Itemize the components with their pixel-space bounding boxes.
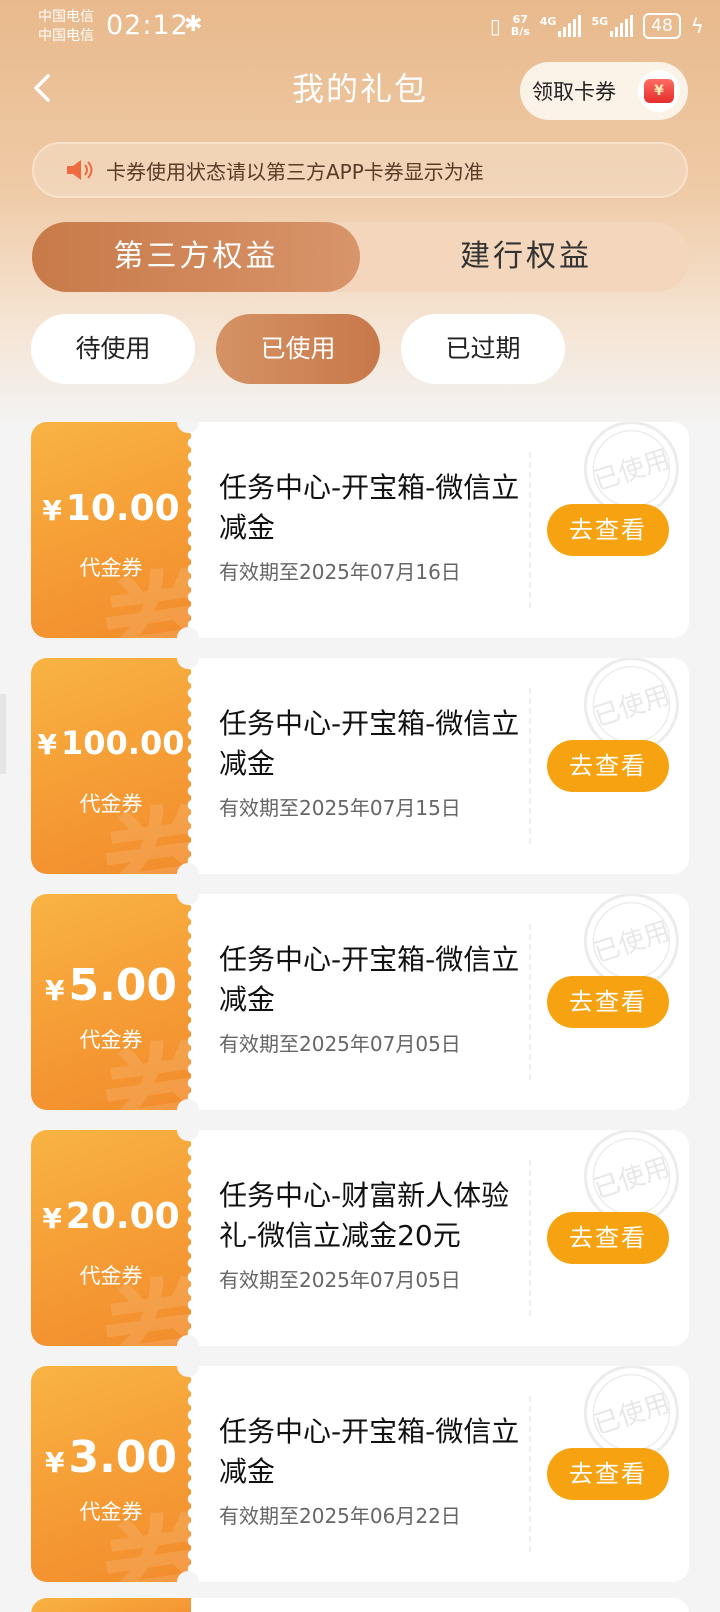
coupon-stub: 券 ¥100.00 代金券	[31, 658, 191, 874]
coupon-title: 任务中心-开宝箱-微信立减金	[219, 707, 520, 780]
coupon-type: 代金券	[79, 1264, 143, 1288]
coupon-card: 券 ¥10.00 代金券 任务中心-开宝箱-微信立减金 有效期至2025年07月…	[31, 422, 689, 638]
coupon-title: 任务中心-开宝箱-微信立减金	[219, 943, 520, 1016]
coupon-expiry: 有效期至2025年06月22日	[219, 1504, 461, 1528]
clock: 02:12	[106, 10, 189, 41]
coupon-title: 任务中心-财富新人体验礼-微信立减金20元	[219, 1179, 510, 1252]
perforation	[181, 894, 195, 1110]
coupon-amount: ¥3.00	[44, 1432, 178, 1483]
perforation	[181, 1130, 195, 1346]
scroll-edge	[0, 694, 6, 774]
view-coupon-button[interactable]: 去查看	[547, 1212, 669, 1264]
coupon-card: 券 ¥20.00 代金券 任务中心-财富新人体验礼-微信立减金20元 有效期至2…	[31, 1130, 689, 1346]
tab-ccb[interactable]: 建行权益	[362, 222, 690, 292]
svg-text:已使用: 已使用	[590, 680, 673, 733]
coupon-expiry: 有效期至2025年07月15日	[219, 796, 461, 820]
svg-text:已使用: 已使用	[590, 444, 673, 497]
signal-2-icon: 5G	[591, 15, 634, 37]
carrier-2: 中国电信	[38, 28, 94, 44]
coupon-title: 任务中心-开宝箱-微信立减金	[219, 1415, 520, 1488]
filter-pending[interactable]: 待使用	[31, 314, 195, 384]
coupon-type: 代金券	[79, 1500, 143, 1524]
coupon-stub: 券 ¥20.00 代金券	[31, 1130, 191, 1346]
bluetooth-icon: ✱	[184, 12, 203, 37]
view-coupon-button[interactable]: 去查看	[547, 976, 669, 1028]
benefit-tabs: 第三方权益 建行权益	[32, 222, 690, 292]
coupon-card: 券 ¥5.00 代金券 任务中心-开宝箱-微信立减金 有效期至2025年07月0…	[31, 894, 689, 1110]
claim-coupons-label: 领取卡券	[532, 80, 616, 104]
carrier-labels: 中国电信 中国电信	[38, 8, 94, 46]
speed-unit: B/s	[510, 25, 530, 38]
network-speed: 67 B/s	[511, 14, 530, 38]
coupon-amount: ¥20.00	[42, 1196, 180, 1237]
coupon-card: 券 ¥100.00 代金券 任务中心-开宝箱-微信立减金 有效期至2025年07…	[31, 658, 689, 874]
svg-text:已使用: 已使用	[590, 1152, 673, 1205]
coupon-type: 代金券	[79, 1028, 143, 1052]
carrier-1: 中国电信	[38, 9, 94, 25]
battery-indicator: 48	[643, 13, 681, 39]
filter-used[interactable]: 已使用	[216, 314, 380, 384]
perforation	[181, 422, 195, 638]
coupon-expiry: 有效期至2025年07月16日	[219, 560, 461, 584]
coupon-stub: 券 ¥3.00 代金券	[31, 1366, 191, 1582]
coupon-amount: ¥100.00	[37, 724, 185, 762]
coupon-amount: ¥5.00	[44, 960, 178, 1011]
coupon-stub	[31, 1598, 191, 1612]
perforation	[181, 1366, 195, 1582]
status-bar: 中国电信 中国电信 02:12 ✱ ▯ 67 B/s 4G 5G 48 ϟ	[0, 0, 720, 52]
coupon-type: 代金券	[79, 792, 143, 816]
tab-third-party[interactable]: 第三方权益	[32, 222, 360, 292]
view-coupon-button[interactable]: 去查看	[547, 504, 669, 556]
notice-text: 卡券使用状态请以第三方APP卡券显示为准	[106, 159, 484, 184]
filter-expired[interactable]: 已过期	[401, 314, 565, 384]
speaker-icon	[67, 160, 93, 180]
svg-text:已使用: 已使用	[590, 916, 673, 969]
network-type-1: 4G	[539, 15, 557, 28]
signal-1-icon: 4G	[540, 15, 582, 37]
coupon-expiry: 有效期至2025年07月05日	[219, 1268, 461, 1292]
network-type-2: 5G	[591, 15, 609, 28]
coupon-stub: 券 ¥5.00 代金券	[31, 894, 191, 1110]
coupon-amount: ¥10.00	[42, 488, 180, 529]
vibrate-icon: ▯	[489, 14, 501, 38]
coupon-card-partial	[31, 1598, 689, 1612]
charging-icon: ϟ	[690, 14, 704, 38]
svg-text:已使用: 已使用	[590, 1388, 673, 1441]
coupon-expiry: 有效期至2025年07月05日	[219, 1032, 461, 1056]
wallet-icon: ¥	[638, 70, 680, 112]
view-coupon-button[interactable]: 去查看	[547, 740, 669, 792]
coupon-type: 代金券	[79, 556, 143, 580]
claim-coupons-button[interactable]: 领取卡券 ¥	[520, 62, 688, 120]
perforation	[181, 658, 195, 874]
coupon-card: 券 ¥3.00 代金券 任务中心-开宝箱-微信立减金 有效期至2025年06月2…	[31, 1366, 689, 1582]
coupon-title: 任务中心-开宝箱-微信立减金	[219, 471, 520, 544]
notice-banner: 卡券使用状态请以第三方APP卡券显示为准	[32, 142, 688, 198]
coupon-stub: 券 ¥10.00 代金券	[31, 422, 191, 638]
view-coupon-button[interactable]: 去查看	[547, 1448, 669, 1500]
status-indicators: ▯ 67 B/s 4G 5G 48 ϟ	[490, 10, 704, 42]
